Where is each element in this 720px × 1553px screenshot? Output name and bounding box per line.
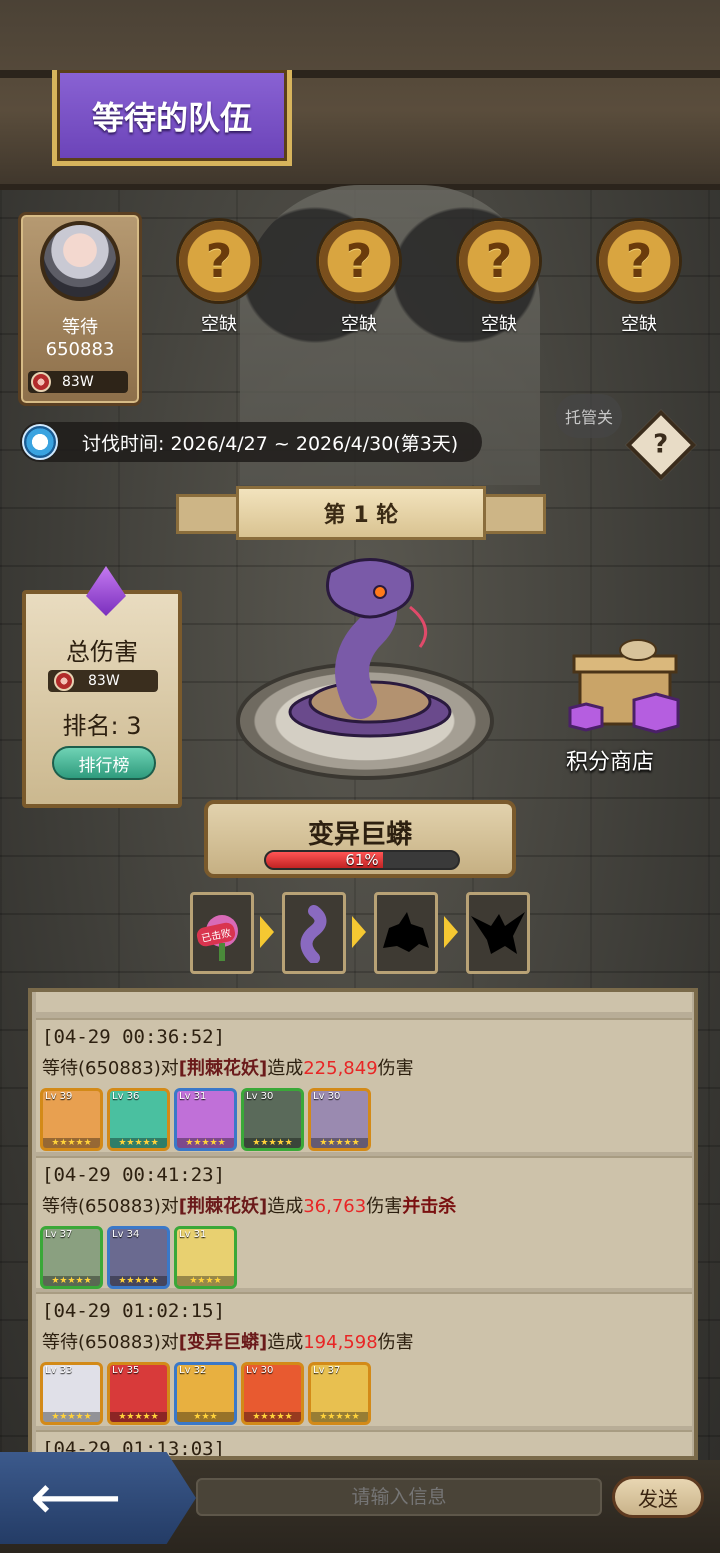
ribbon-right bbox=[476, 494, 546, 534]
log-time: [04-29 00:41:23] bbox=[42, 1164, 226, 1186]
question-mark-icon: ? bbox=[316, 218, 402, 304]
avatar bbox=[40, 221, 120, 301]
power-gem-icon bbox=[31, 372, 51, 392]
hero-portrait[interactable]: Lv 36 ★★★★★ bbox=[107, 1088, 170, 1151]
team-title-banner: 等待的队伍 bbox=[52, 70, 292, 166]
battle-log[interactable]: [04-29 00:36:52] 等待(650883)对[荆棘花妖]造成225,… bbox=[28, 988, 698, 1460]
damage-panel: 总伤害 83W 排名: 3 排行榜 bbox=[22, 566, 182, 808]
chat-input[interactable] bbox=[196, 1478, 602, 1516]
boss-hp-text: 61% bbox=[345, 851, 379, 869]
rank-text: 排名: 3 bbox=[62, 712, 142, 740]
serpent-icon bbox=[300, 905, 327, 963]
slot-label: 空缺 bbox=[341, 314, 377, 335]
question-mark-icon: ? bbox=[176, 218, 262, 304]
auto-battle-toggle[interactable]: 托管关 bbox=[556, 394, 622, 438]
griffin-silhouette-icon bbox=[471, 912, 525, 954]
hero-portrait[interactable]: Lv 32 ★★★ bbox=[174, 1362, 237, 1425]
hero-portrait[interactable]: Lv 31 ★★★★ bbox=[174, 1226, 237, 1289]
hero-portrait[interactable]: Lv 35 ★★★★★ bbox=[107, 1362, 170, 1425]
log-entry: [04-29 00:36:52] 等待(650883)对[荆棘花妖]造成225,… bbox=[36, 1018, 692, 1152]
log-entry: [04-29 01:02:15] 等待(650883)对[变异巨蟒]造成194,… bbox=[36, 1292, 692, 1426]
empty-slot[interactable]: ? 空缺 bbox=[454, 218, 544, 336]
hero-portrait[interactable]: Lv 30 ★★★★★ bbox=[308, 1088, 371, 1151]
log-time: [04-29 00:36:52] bbox=[42, 1026, 226, 1048]
round-banner: 第 1 轮 bbox=[236, 486, 486, 540]
leader-name: 等待 bbox=[62, 317, 98, 338]
empty-slot[interactable]: ? 空缺 bbox=[594, 218, 684, 336]
arrow-right-icon bbox=[444, 916, 458, 948]
stage-wolf-locked[interactable] bbox=[374, 892, 438, 974]
question-mark-icon: ? bbox=[596, 218, 682, 304]
empty-slot[interactable]: ? 空缺 bbox=[314, 218, 404, 336]
hero-portrait[interactable]: Lv 37 ★★★★★ bbox=[40, 1226, 103, 1289]
slot-label: 空缺 bbox=[201, 314, 237, 335]
hero-portrait[interactable]: Lv 30 ★★★★★ bbox=[241, 1362, 304, 1425]
hero-lineup: Lv 39 ★★★★★ Lv 36 ★★★★★ Lv 31 ★★★★★ Lv 30 ★★… bbox=[40, 1088, 371, 1152]
serpent-boss-icon[interactable] bbox=[270, 552, 470, 742]
question-mark-icon: ? bbox=[456, 218, 542, 304]
hero-portrait[interactable]: Lv 33 ★★★★★ bbox=[40, 1362, 103, 1425]
stage-griffin-locked[interactable] bbox=[466, 892, 530, 974]
stage-serpent[interactable] bbox=[282, 892, 346, 974]
hero-portrait[interactable]: Lv 31 ★★★★★ bbox=[174, 1088, 237, 1151]
hero-portrait[interactable]: Lv 30 ★★★★★ bbox=[241, 1088, 304, 1151]
damage-value: 83W bbox=[48, 670, 158, 692]
log-message: 等待(650883)对[荆棘花妖]造成225,849伤害 bbox=[42, 1058, 414, 1079]
hero-portrait[interactable]: Lv 34 ★★★★★ bbox=[107, 1226, 170, 1289]
hero-portrait[interactable]: Lv 37 ★★★★★ bbox=[308, 1362, 371, 1425]
boss-name-plate: 变异巨蟒 61% bbox=[204, 800, 516, 878]
leader-power: 83W bbox=[28, 371, 128, 393]
event-time-text: 讨伐时间: 2026/4/27 ~ 2026/4/30(第3天) bbox=[82, 432, 459, 455]
boss-hp-bar: 61% bbox=[264, 850, 460, 870]
empty-slot[interactable]: ? 空缺 bbox=[174, 218, 264, 336]
wolf-silhouette-icon bbox=[383, 912, 429, 952]
slot-label: 空缺 bbox=[481, 314, 517, 335]
hero-lineup: Lv 33 ★★★★★ Lv 35 ★★★★★ Lv 32 ★★★ Lv 30 ★★★★… bbox=[40, 1362, 371, 1426]
power-gem-icon bbox=[54, 671, 74, 691]
point-shop-label[interactable]: 积分商店 bbox=[566, 744, 654, 776]
clock-icon bbox=[22, 424, 58, 460]
event-time-bar: 讨伐时间: 2026/4/27 ~ 2026/4/30(第3天) bbox=[20, 422, 482, 462]
log-entry: [04-29 00:41:23] 等待(650883)对[荆棘花妖]造成36,7… bbox=[36, 1156, 692, 1290]
arrow-left-icon: ⟵ bbox=[30, 1461, 122, 1535]
back-button[interactable]: ⟵ bbox=[0, 1452, 196, 1544]
slot-label: 空缺 bbox=[621, 314, 657, 335]
team-leader-card[interactable]: 等待 650883 83W bbox=[18, 212, 142, 406]
question-icon: ? bbox=[653, 430, 669, 460]
hero-lineup: Lv 37 ★★★★★ Lv 34 ★★★★★ Lv 31 ★★★★ bbox=[40, 1226, 237, 1290]
hero-portrait[interactable]: Lv 39 ★★★★★ bbox=[40, 1088, 103, 1151]
damage-title: 总伤害 bbox=[66, 638, 138, 666]
stage-progression: 已击败 bbox=[190, 892, 550, 974]
arrow-right-icon bbox=[260, 916, 274, 948]
log-time: [04-29 01:02:15] bbox=[42, 1300, 226, 1322]
log-message: 等待(650883)对[荆棘花妖]造成36,763伤害并击杀 bbox=[42, 1196, 457, 1217]
stage-thorn-flower[interactable]: 已击败 bbox=[190, 892, 254, 974]
boss-name: 变异巨蟒 bbox=[307, 820, 412, 850]
ranking-button[interactable]: 排行榜 bbox=[52, 746, 156, 780]
log-entry bbox=[36, 992, 692, 1012]
point-shop-chest-icon[interactable] bbox=[560, 634, 690, 744]
send-button[interactable]: 发送 bbox=[612, 1476, 704, 1518]
arrow-right-icon bbox=[352, 916, 366, 948]
leader-id: 650883 bbox=[45, 339, 115, 360]
log-message: 等待(650883)对[变异巨蟒]造成194,598伤害 bbox=[42, 1332, 414, 1353]
